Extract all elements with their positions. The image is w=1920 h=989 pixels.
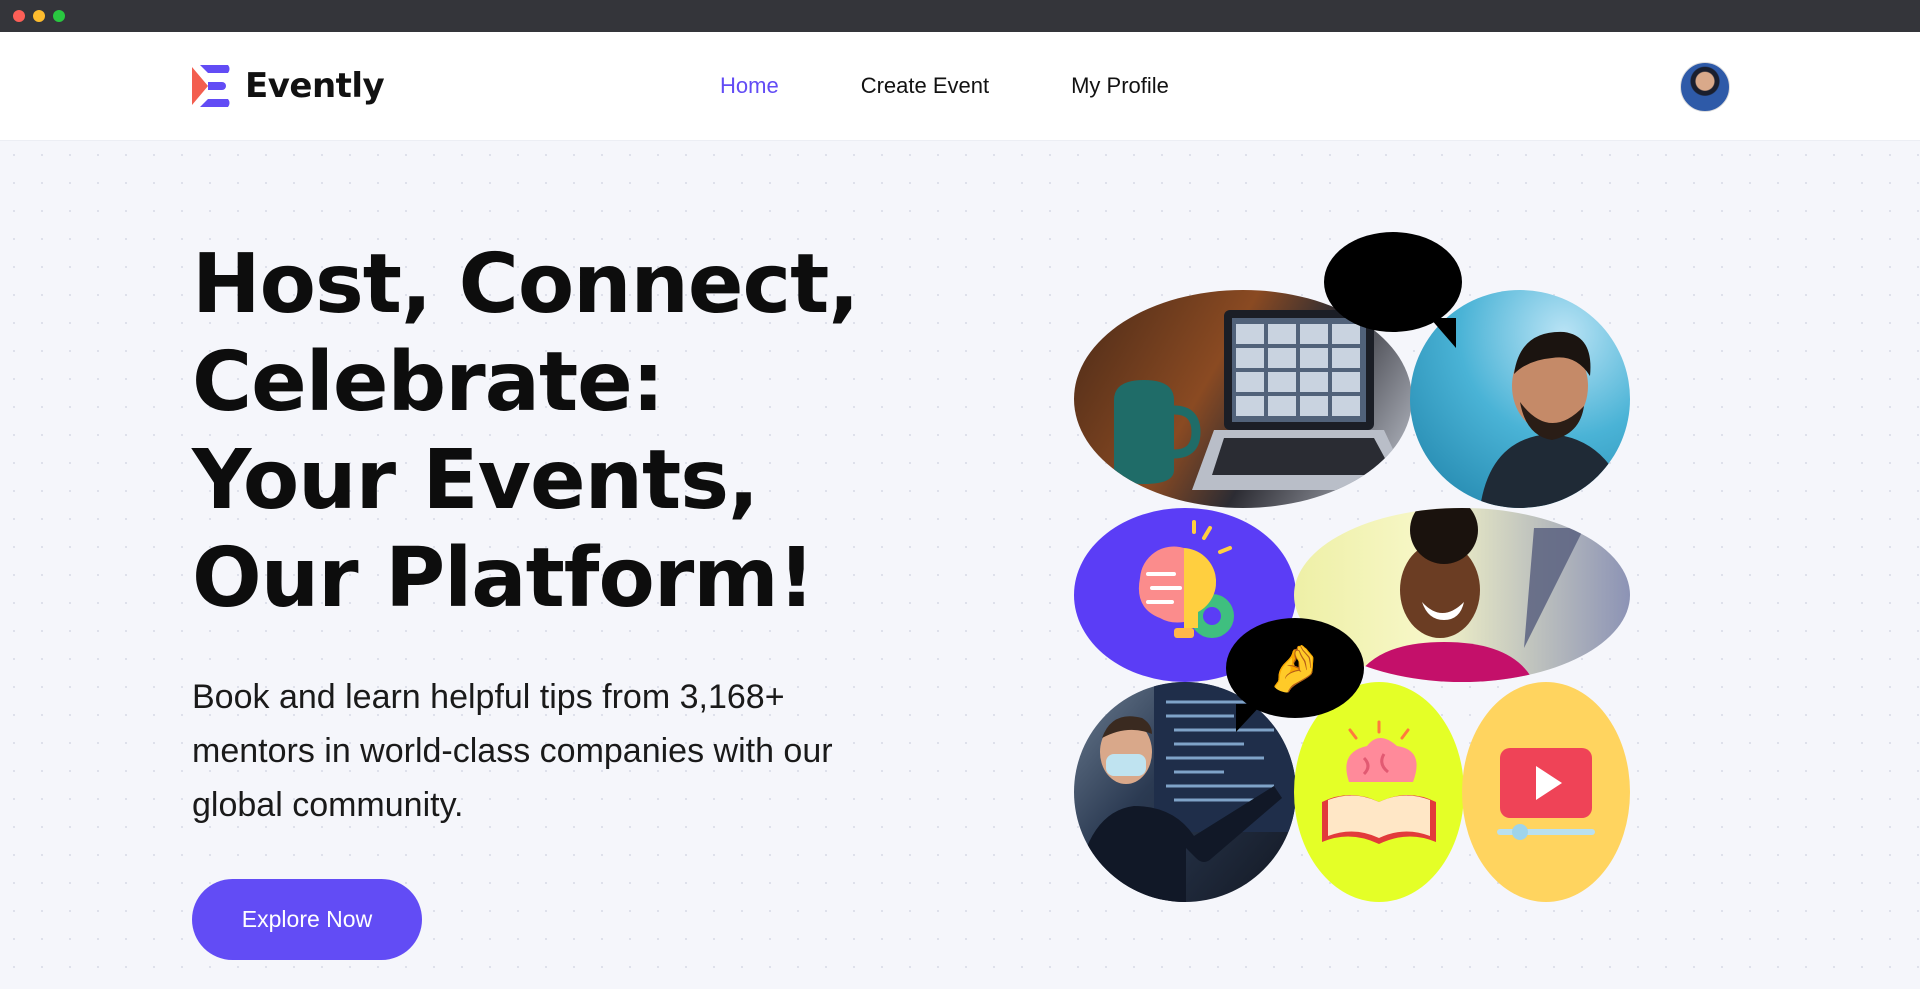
nav-item-create-event[interactable]: Create Event [861,73,989,99]
close-window-dot[interactable] [13,10,25,22]
video-tile [1462,682,1630,902]
presenter-image [1074,682,1296,902]
explore-now-button[interactable]: Explore Now [192,879,422,960]
hero-subtitle: Book and learn helpful tips from 3,168+ … [192,678,833,824]
heart-eyes-emoji-icon: 😍 [1369,255,1417,309]
hero-collage: 😍 🤌 [1072,226,1632,906]
brand-name: Evently [245,66,385,106]
video-play-icon [1497,748,1595,840]
nav-item-home[interactable]: Home [720,73,779,99]
brand-logo[interactable]: Evently [192,63,385,109]
reaction-bubble-pinch: 🤌 [1226,618,1364,732]
brain-book-icon [1322,720,1436,844]
nav-item-my-profile[interactable]: My Profile [1071,73,1169,99]
hero-title: Host, Connect, Celebrate: Your Events, O… [192,237,860,626]
site-header: Evently Home Create Event My Profile [0,32,1920,141]
learning-tile [1294,682,1464,902]
reaction-bubble-love: 😍 [1324,232,1462,348]
main-nav: Home Create Event My Profile [720,32,1251,140]
person-illustration [1074,682,1296,902]
evently-logo-icon [192,65,230,107]
user-avatar[interactable] [1680,62,1730,112]
browser-chrome [0,0,1920,32]
maximize-window-dot[interactable] [53,10,65,22]
minimize-window-dot[interactable] [33,10,45,22]
pinched-fingers-emoji-icon: 🤌 [1266,641,1324,695]
